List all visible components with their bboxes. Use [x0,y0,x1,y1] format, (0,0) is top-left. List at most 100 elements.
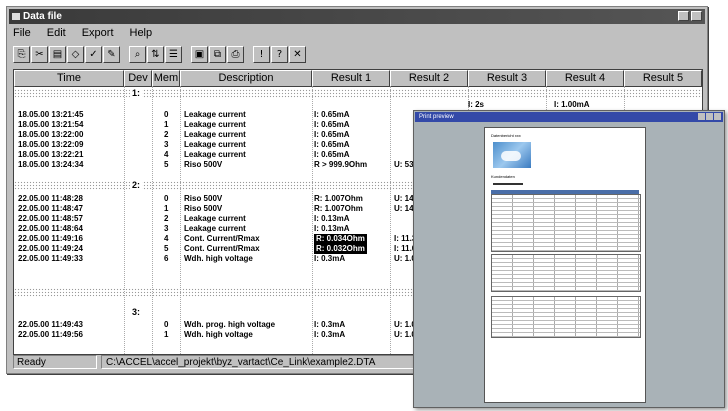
cell-result1: I: 0.65mA [314,150,350,159]
cell-mem: 4 [164,150,169,159]
preview-minimize-button[interactable] [698,113,705,120]
preview-table [491,194,641,252]
cell-mem: 1 [164,204,169,213]
col-header-dev[interactable]: Dev [124,70,152,87]
col-header-result2[interactable]: Result 2 [390,70,468,87]
cell-result1: I: 0.13mA [314,224,350,233]
preview-title-bar[interactable]: Print preview [415,112,723,122]
menu-file[interactable]: File [11,26,33,41]
page-text-line [493,183,523,185]
cell-description: Leakage current [184,140,246,149]
cell-mem: 4 [164,234,169,243]
cell-time: 22.05.00 11:48:64 [18,224,83,233]
person-icon[interactable]: ! [253,45,270,63]
menu-bar: File Edit Export Help [11,26,154,41]
cell-result3: I: 2s [468,100,485,109]
cell-description: Leakage current [184,224,246,233]
cell-mem: 2 [164,130,169,139]
minimize-button[interactable] [678,11,689,21]
group-label: 1: [130,88,143,98]
cell-mem: 1 [164,330,169,339]
cell-mem: 0 [164,320,169,329]
cell-result1-selected: R: 0.034Ohm [314,234,367,244]
cell-time: 22.05.00 11:49:56 [18,330,83,339]
check-icon[interactable]: ✓ [85,45,102,63]
company-logo [493,142,531,168]
preview-table [491,254,641,292]
cell-mem: 5 [164,244,169,253]
col-header-time[interactable]: Time [14,70,124,87]
close-icon[interactable]: ✕ [289,45,306,63]
menu-export[interactable]: Export [80,26,116,41]
cell-time: 22.05.00 11:49:24 [18,244,83,253]
col-header-result3[interactable]: Result 3 [468,70,546,87]
cell-description: Leakage current [184,130,246,139]
window-title: Data file [23,11,62,22]
title-bar[interactable]: Data file [9,9,705,24]
copy-icon[interactable]: ⎘ [13,45,30,63]
search-icon[interactable]: ⌕ [129,45,146,63]
cell-description: Leakage current [184,150,246,159]
cell-result1: I: 0.65mA [314,110,350,119]
cell-time: 22.05.00 11:49:43 [18,320,83,329]
print-icon[interactable]: ⎙ [227,45,244,63]
eraser-icon[interactable]: ◇ [67,45,84,63]
cell-result1: R: 1.007Ohm [314,194,363,203]
cell-time: 22.05.00 11:49:33 [18,254,83,263]
cell-mem: 0 [164,110,169,119]
print-preview-icon[interactable]: ✎ [103,45,120,63]
col-header-result5[interactable]: Result 5 [624,70,702,87]
cell-mem: 0 [164,194,169,203]
preview-maximize-button[interactable] [706,113,713,120]
print-preview-window: Print preview Datenbericht xxx Kundendat… [413,110,725,408]
cell-time: 18.05.00 13:24:34 [18,160,84,169]
cell-description: Leakage current [184,214,246,223]
status-state: Ready [13,355,97,369]
page-heading: Datenbericht xxx [491,133,521,138]
cell-description: Riso 500V [184,160,223,169]
export-icon[interactable]: ⧉ [209,45,226,63]
table-row[interactable]: I: 2s I: 1.00mA [14,100,702,110]
cell-time: 22.05.00 11:48:57 [18,214,83,223]
toolbar: ⎘ ✂ ▤ ◇ ✓ ✎ ⌕ ⇅ ☰ ▣ ⧉ ⎙ ! ? ✕ [13,43,307,65]
save-icon[interactable]: ▣ [191,45,208,63]
list-icon[interactable]: ☰ [165,45,182,63]
cell-result1: I: 0.65mA [314,120,350,129]
cell-result1: I: 0.3mA [314,320,346,329]
cell-result4: I: 1.00mA [554,100,590,109]
cell-result1: R > 999.9Ohm [314,160,368,169]
cell-result1: I: 0.65mA [314,140,350,149]
paste-icon[interactable]: ▤ [49,45,66,63]
cell-description: Wdh. high voltage [184,254,253,263]
cell-mem: 3 [164,140,169,149]
menu-edit[interactable]: Edit [45,26,68,41]
cell-mem: 6 [164,254,169,263]
cell-description: Wdh. prog. high voltage [184,320,276,329]
cell-mem: 1 [164,120,169,129]
col-header-result4[interactable]: Result 4 [546,70,624,87]
col-header-result1[interactable]: Result 1 [312,70,390,87]
preview-page[interactable]: Datenbericht xxx Kundendaten [484,127,646,403]
group-label: 3: [130,307,143,317]
maximize-button[interactable] [691,11,702,21]
cell-time: 22.05.00 11:49:16 [18,234,83,243]
cell-result1: R: 1.007Ohm [314,204,363,213]
cut-icon[interactable]: ✂ [31,45,48,63]
cell-result1: I: 0.65mA [314,130,350,139]
menu-help[interactable]: Help [128,26,155,41]
group-separator [14,89,702,98]
group-label: 2: [130,180,143,190]
col-header-description[interactable]: Description [180,70,312,87]
preview-close-button[interactable] [714,113,721,120]
preview-title: Print preview [419,114,454,120]
cell-description: Leakage current [184,110,246,119]
cell-result1: I: 0.3mA [314,330,346,339]
col-header-mem[interactable]: Mem [152,70,180,87]
cell-description: Cont. Current/Rmax [184,244,260,253]
cell-mem: 3 [164,224,169,233]
help-icon[interactable]: ? [271,45,288,63]
cell-description: Riso 500V [184,194,223,203]
cell-description: Cont. Current/Rmax [184,234,260,243]
filter-icon[interactable]: ⇅ [147,45,164,63]
app-icon [12,13,20,20]
